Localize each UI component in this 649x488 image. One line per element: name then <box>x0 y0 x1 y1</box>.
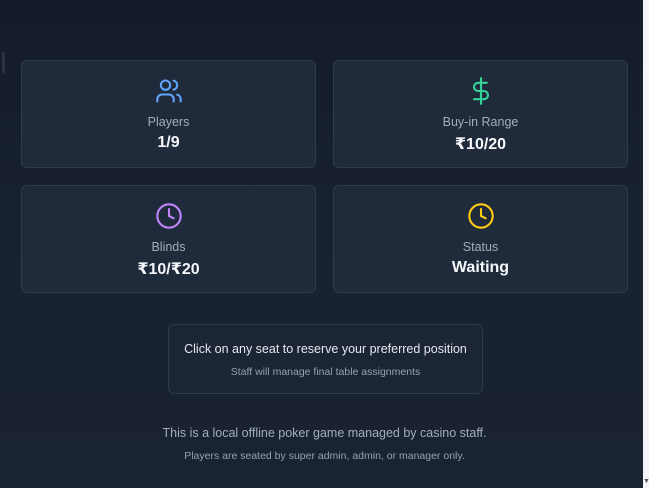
status-card: Status Waiting <box>333 185 628 293</box>
status-value: Waiting <box>451 259 510 276</box>
footer-sub-text: Players are seated by super admin, admin… <box>184 450 465 462</box>
blinds-value: ₹10/₹20 <box>137 261 200 278</box>
buyin-value: ₹10/20 <box>454 136 507 153</box>
table-info-panel: Players 1/9 Buy-in Range ₹10/20 Blinds ₹… <box>0 0 644 488</box>
users-icon <box>155 79 182 103</box>
blinds-card: Blinds ₹10/₹20 <box>21 185 316 293</box>
blinds-label: Blinds <box>151 240 186 254</box>
notice-main-text: Click on any seat to reserve your prefer… <box>184 342 467 356</box>
buyin-label: Buy-in Range <box>442 115 519 129</box>
players-value: 1/9 <box>157 134 180 151</box>
clock-icon <box>155 203 182 229</box>
scroll-down-icon[interactable]: ▼ <box>643 478 649 486</box>
footer-main-text: This is a local offline poker game manag… <box>162 426 487 440</box>
players-label: Players <box>147 115 190 129</box>
clock-icon <box>467 203 494 229</box>
seat-reservation-notice: Click on any seat to reserve your prefer… <box>168 324 483 394</box>
notice-sub-text: Staff will manage final table assignment… <box>230 366 421 378</box>
buyin-card: Buy-in Range ₹10/20 <box>333 60 628 168</box>
players-card: Players 1/9 <box>21 60 316 168</box>
status-label: Status <box>462 240 499 254</box>
scroll-indicator <box>2 52 5 74</box>
window-scrollbar[interactable]: ▼ <box>643 0 649 488</box>
dollar-icon <box>472 77 489 105</box>
